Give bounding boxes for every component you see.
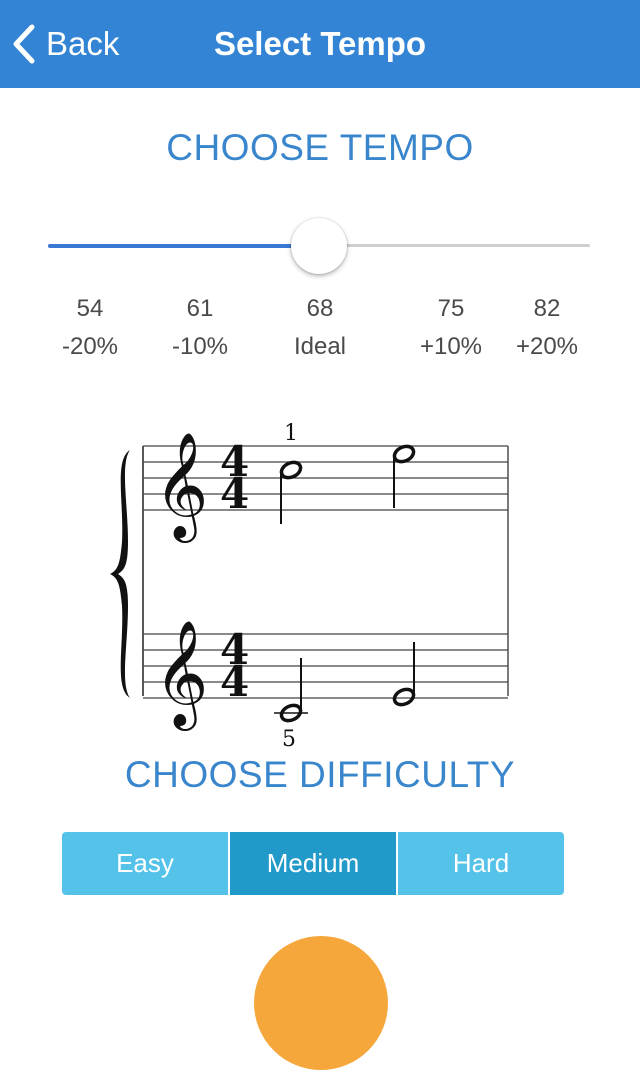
treble-clef-icon: 𝄞	[154, 431, 208, 543]
grand-staff: 𝄞 𝄞 4 4 4 4 1 5	[110, 421, 509, 752]
chevron-left-icon	[13, 24, 35, 64]
difficulty-segmented-control: Easy Medium Hard	[62, 832, 564, 895]
play-button[interactable]	[254, 936, 388, 1070]
tempo-slider[interactable]	[48, 218, 590, 274]
tempo-mark[interactable]: 61 -10%	[150, 290, 250, 366]
tempo-bpm: 54	[76, 295, 104, 322]
page-title: Select Tempo	[213, 25, 427, 62]
tempo-mark[interactable]: 54 -20%	[40, 290, 140, 366]
choose-tempo-heading: CHOOSE TEMPO	[166, 127, 474, 168]
tempo-bpm: 75	[437, 295, 465, 322]
difficulty-option-easy[interactable]: Easy	[62, 832, 228, 895]
tempo-mark[interactable]: 82 +20%	[497, 290, 597, 366]
back-button[interactable]: Back	[12, 22, 119, 66]
fingering-number: 5	[282, 727, 296, 752]
tempo-mark[interactable]: 75 +10%	[401, 290, 501, 366]
music-score-preview: 𝄞 𝄞 4 4 4 4 1 5	[110, 412, 520, 752]
tempo-percent: -10%	[171, 333, 229, 360]
tempo-percent: -20%	[61, 333, 119, 360]
time-signature-bottom: 4	[220, 469, 249, 518]
tempo-bpm: 61	[186, 295, 214, 322]
treble-clef-icon: 𝄞	[154, 619, 208, 731]
half-note	[392, 687, 416, 707]
tempo-percent: +10%	[419, 333, 483, 360]
slider-thumb[interactable]	[291, 218, 347, 274]
choose-difficulty-heading: CHOOSE DIFFICULTY	[124, 754, 516, 795]
difficulty-option-medium[interactable]: Medium	[228, 832, 396, 895]
tempo-bpm: 68	[306, 295, 334, 322]
tempo-percent: Ideal	[293, 333, 347, 360]
half-note	[392, 444, 416, 464]
fingering-number: 1	[284, 421, 298, 446]
half-note	[279, 460, 303, 480]
time-signature-bottom: 4	[220, 657, 249, 706]
brace-icon	[110, 450, 130, 698]
slider-track-fill	[48, 244, 319, 248]
nav-bar: Back Select Tempo	[0, 0, 640, 88]
tempo-bpm: 82	[533, 295, 561, 322]
back-label: Back	[46, 25, 120, 62]
tempo-mark[interactable]: 68 Ideal	[270, 290, 370, 366]
tempo-marks: 54 -20% 61 -10% 68 Ideal 75 +10% 82 +20%	[0, 290, 640, 370]
tempo-percent: +20%	[515, 333, 579, 360]
difficulty-option-hard[interactable]: Hard	[396, 832, 564, 895]
